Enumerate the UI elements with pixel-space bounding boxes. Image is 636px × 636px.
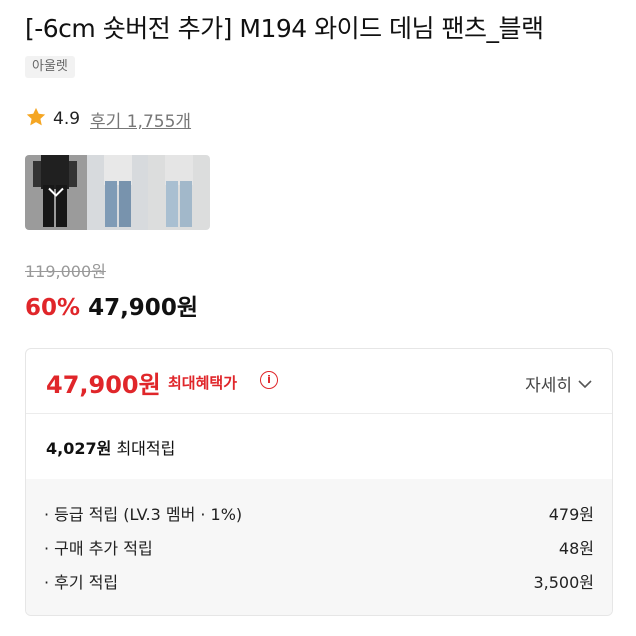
reviews-link[interactable]: 후기 1,755개 [90, 107, 191, 132]
rating-row: 4.9 후기 1,755개 [25, 106, 191, 132]
item-value: 3,500원 [533, 573, 594, 592]
max-benefit-label: 최대혜택가 [168, 374, 238, 392]
points-amount: 4,027원 [46, 439, 112, 458]
rating-score: 4.9 [53, 109, 81, 129]
item-value: 479원 [548, 505, 594, 524]
detail-label: 자세히 [525, 376, 572, 396]
detail-toggle[interactable]: 자세히 [525, 371, 592, 396]
check-icon [47, 182, 65, 203]
item-label: · 후기 적립 [44, 573, 119, 592]
points-breakdown: · 등급 적립 (LV.3 멤버 · 1%) 479원 · 구매 추가 적립 4… [26, 479, 612, 615]
sale-price: 47,900원 [88, 295, 198, 321]
thumbnail-light-blue[interactable] [148, 155, 210, 230]
thumbnail-black[interactable] [25, 155, 87, 230]
chevron-down-icon [578, 379, 592, 388]
outlet-badge: 아울렛 [25, 56, 75, 78]
list-item: · 구매 추가 적립 48원 [44, 535, 594, 559]
item-label: · 구매 추가 적립 [44, 539, 153, 558]
star-icon [25, 106, 47, 132]
max-points: 4,027원 최대적립 [46, 435, 175, 459]
original-price: 119,000원 [25, 262, 106, 281]
points-label: 최대적립 [116, 439, 176, 458]
thumbnail-blue[interactable] [86, 155, 149, 230]
discount-rate: 60% [25, 295, 81, 321]
item-label: · 등급 적립 (LV.3 멤버 · 1%) [44, 505, 243, 524]
price-line: 60% 47,900원 [25, 288, 198, 322]
color-thumbnails [25, 155, 210, 230]
item-value: 48원 [558, 539, 594, 558]
benefit-box: 47,900원 최대혜택가 i 자세히 4,027원 최대적립 · 등급 적립 … [25, 348, 613, 616]
list-item: · 등급 적립 (LV.3 멤버 · 1%) 479원 [44, 501, 594, 525]
info-icon[interactable]: i [260, 371, 278, 389]
benefit-header: 47,900원 최대혜택가 i 자세히 [26, 349, 612, 414]
max-benefit-price: 47,900원 [46, 371, 161, 399]
list-item: · 후기 적립 3,500원 [44, 569, 594, 593]
product-title: [-6cm 숏버전 추가] M194 와이드 데님 팬츠_블랙 [25, 14, 544, 43]
